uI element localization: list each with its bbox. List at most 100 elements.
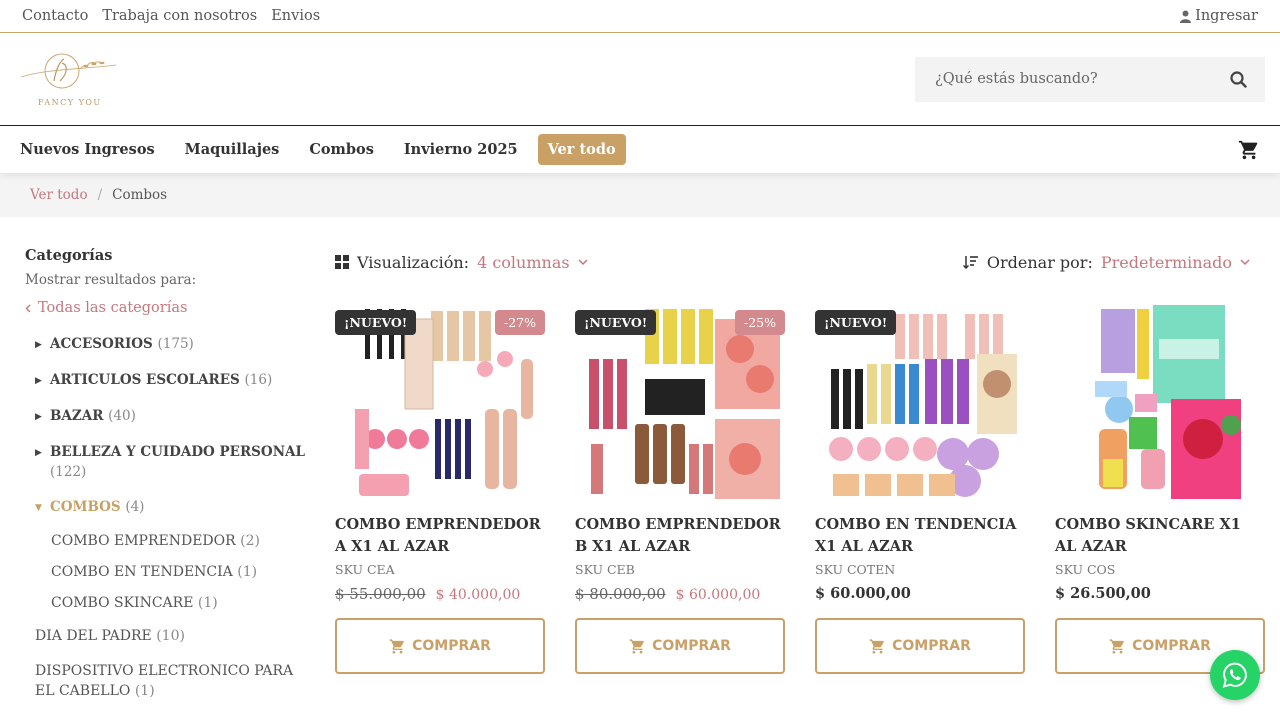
shipping-link[interactable]: Envios xyxy=(271,8,320,24)
chevron-down-icon xyxy=(1240,258,1250,265)
product-photo xyxy=(1055,299,1265,509)
user-icon xyxy=(1180,10,1192,23)
nav-item-see-all[interactable]: Ver todo xyxy=(537,134,626,165)
caret-right-icon: ▶ xyxy=(35,412,42,422)
category-label: ARTICULOS ESCOLARES (16) xyxy=(50,372,273,388)
caret-right-icon: ▶ xyxy=(35,376,42,386)
header: FANCY YOU xyxy=(0,33,1280,125)
all-categories-link[interactable]: Todas las categorías xyxy=(25,300,310,316)
discount-badge: -27% xyxy=(494,310,545,335)
cart-icon xyxy=(1109,638,1124,654)
cart-icon xyxy=(869,638,884,654)
breadcrumb: Ver todo / Combos xyxy=(0,173,1280,217)
subcategory-combo-en-tendencia[interactable]: COMBO EN TENDENCIA (1) xyxy=(25,564,310,580)
subcategory-combo-skincare[interactable]: COMBO SKINCARE (1) xyxy=(25,595,310,611)
search-input[interactable] xyxy=(935,71,1215,87)
buy-button[interactable]: COMPRAR xyxy=(335,618,545,674)
chevron-down-icon xyxy=(578,258,588,265)
product-sku: SKU CEA xyxy=(335,562,395,577)
cart-icon[interactable] xyxy=(1238,139,1260,161)
breadcrumb-root[interactable]: Ver todo xyxy=(30,187,88,203)
sale-price: $ 60.000,00 xyxy=(675,587,761,603)
price-block: $ 26.500,00 xyxy=(1055,585,1265,607)
product-title[interactable]: COMBO EN TENDENCIA X1 AL AZAR xyxy=(815,514,1025,558)
buy-label: COMPRAR xyxy=(652,638,731,654)
cart-icon xyxy=(629,638,644,654)
product-image[interactable]: ¡NUEVO! -27% xyxy=(335,299,545,509)
old-price: $ 55.000,00 xyxy=(335,585,426,603)
sort-icon xyxy=(962,256,978,269)
discount-badge: -25% xyxy=(734,310,785,335)
product-sku: SKU COTEN xyxy=(815,562,896,577)
category-bazar[interactable]: ▶ BAZAR (40) xyxy=(25,406,310,427)
main-nav: Nuevos Ingresos Maquillajes Combos Invie… xyxy=(0,125,1280,173)
product-card[interactable]: COMBO SKINCARE X1 AL AZAR SKU COS $ 26.5… xyxy=(1055,299,1265,674)
product-title[interactable]: COMBO SKINCARE X1 AL AZAR xyxy=(1055,514,1265,558)
product-card[interactable]: ¡NUEVO! -25% COMBO EMPRENDEDOR B X1 AL A… xyxy=(575,299,785,674)
whatsapp-icon xyxy=(1222,662,1247,688)
breadcrumb-current: Combos xyxy=(112,187,168,203)
category-dia-del-padre[interactable]: DIA DEL PADRE (10) xyxy=(25,626,310,646)
whatsapp-button[interactable] xyxy=(1210,650,1260,700)
category-dispositivo-electronico[interactable]: DISPOSITIVO ELECTRONICO PARA EL CABELLO … xyxy=(25,661,310,701)
view-value: 4 columnas xyxy=(477,252,570,272)
category-label: BELLEZA Y CUIDADO PERSONAL (122) xyxy=(50,444,305,480)
login-link[interactable]: Ingresar xyxy=(1180,8,1258,24)
logo-text: FANCY YOU xyxy=(38,98,102,107)
contact-link[interactable]: Contacto xyxy=(22,8,88,24)
store-logo[interactable]: FANCY YOU xyxy=(16,51,120,107)
grid-icon xyxy=(335,255,349,269)
search-bar xyxy=(915,56,1265,102)
work-with-us-link[interactable]: Trabaja con nosotros xyxy=(102,8,257,24)
new-badge: ¡NUEVO! xyxy=(575,310,657,335)
buy-label: COMPRAR xyxy=(1132,638,1211,654)
breadcrumb-separator: / xyxy=(97,187,103,203)
sale-price: $ 40.000,00 xyxy=(435,587,521,603)
price: $ 26.500,00 xyxy=(1055,585,1151,602)
cart-icon xyxy=(389,638,404,654)
buy-label: COMPRAR xyxy=(892,638,971,654)
sort-selector[interactable]: Ordenar por: Predeterminado xyxy=(962,252,1250,272)
caret-right-icon: ▶ xyxy=(35,448,42,458)
product-image[interactable]: ¡NUEVO! -25% xyxy=(575,299,785,509)
nav-item-makeup[interactable]: Maquillajes xyxy=(185,141,280,158)
product-image[interactable]: ¡NUEVO! xyxy=(815,299,1025,509)
new-badge: ¡NUEVO! xyxy=(815,310,897,335)
category-articulos-escolares[interactable]: ▶ ARTICULOS ESCOLARES (16) xyxy=(25,370,310,391)
product-image[interactable] xyxy=(1055,299,1265,509)
product-grid: ¡NUEVO! -27% COMBO EMPRENDEDOR A X1 AL A… xyxy=(335,299,1265,674)
category-accesorios[interactable]: ▶ ACCESORIOS (175) xyxy=(25,334,310,355)
sort-label: Ordenar por: xyxy=(986,252,1093,272)
logo-mark xyxy=(20,53,117,89)
nav-item-combos[interactable]: Combos xyxy=(309,141,374,158)
caret-right-icon: ▶ xyxy=(35,340,42,350)
price: $ 60.000,00 xyxy=(815,585,911,602)
subcategory-combo-emprendedor[interactable]: COMBO EMPRENDEDOR (2) xyxy=(25,533,310,549)
product-card[interactable]: ¡NUEVO! COMBO EN TENDENCIA X1 AL AZAR SK… xyxy=(815,299,1025,674)
product-title[interactable]: COMBO EMPRENDEDOR B X1 AL AZAR xyxy=(575,514,785,558)
buy-button[interactable]: COMPRAR xyxy=(815,618,1025,674)
caret-down-icon: ▼ xyxy=(35,503,42,513)
price-block: $ 60.000,00 xyxy=(815,585,1025,607)
top-bar: Contacto Trabaja con nosotros Envios Ing… xyxy=(0,0,1280,33)
sort-value: Predeterminado xyxy=(1100,252,1232,272)
nav-item-new[interactable]: Nuevos Ingresos xyxy=(20,141,155,158)
buy-button[interactable]: COMPRAR xyxy=(575,618,785,674)
chevron-left-icon xyxy=(25,304,31,312)
login-label: Ingresar xyxy=(1195,8,1258,24)
buy-label: COMPRAR xyxy=(412,638,491,654)
nav-items: Nuevos Ingresos Maquillajes Combos Invie… xyxy=(20,134,626,165)
content: Categorías Mostrar resultados para: Toda… xyxy=(0,217,1280,716)
nav-item-winter[interactable]: Invierno 2025 xyxy=(404,141,518,158)
product-card[interactable]: ¡NUEVO! -27% COMBO EMPRENDEDOR A X1 AL A… xyxy=(335,299,545,674)
search-icon[interactable] xyxy=(1230,70,1247,88)
product-listing: Visualización: 4 columnas Ordenar por: P… xyxy=(310,247,1265,716)
view-selector[interactable]: Visualización: 4 columnas xyxy=(335,253,588,272)
top-links: Contacto Trabaja con nosotros Envios xyxy=(22,8,320,24)
product-title[interactable]: COMBO EMPRENDEDOR A X1 AL AZAR xyxy=(335,514,545,558)
price-block: $ 55.000,00 $ 40.000,00 xyxy=(335,585,545,607)
category-belleza[interactable]: ▶ BELLEZA Y CUIDADO PERSONAL (122) xyxy=(25,442,310,482)
category-combos[interactable]: ▼ COMBOS (4) xyxy=(25,497,310,518)
product-sku: SKU COS xyxy=(1055,562,1116,577)
category-label: BAZAR (40) xyxy=(50,408,136,424)
